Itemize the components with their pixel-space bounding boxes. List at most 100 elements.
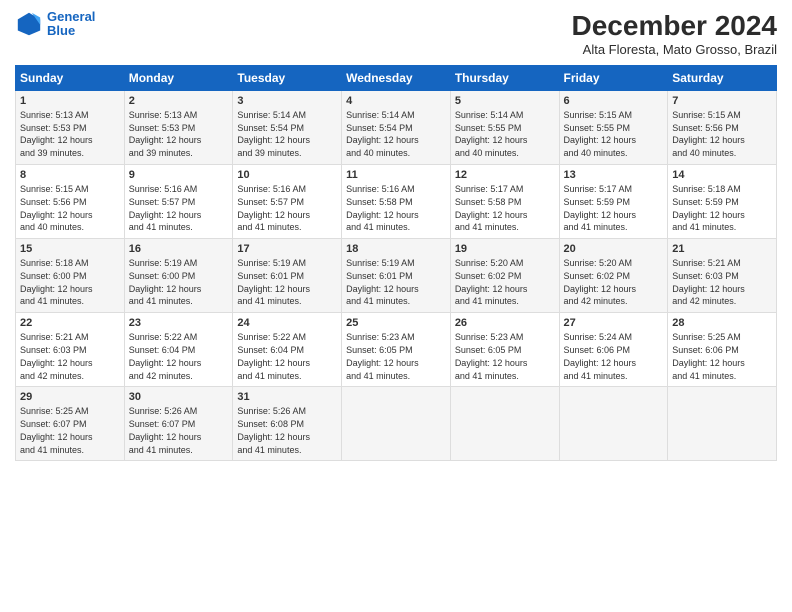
logo-general: General [47, 9, 95, 24]
calendar-week-2: 8Sunrise: 5:15 AM Sunset: 5:56 PM Daylig… [16, 165, 777, 239]
day-info: Sunrise: 5:22 AM Sunset: 6:04 PM Dayligh… [129, 332, 202, 380]
logo-blue: Blue [47, 23, 75, 38]
day-info: Sunrise: 5:23 AM Sunset: 6:05 PM Dayligh… [455, 332, 528, 380]
day-info: Sunrise: 5:13 AM Sunset: 5:53 PM Dayligh… [129, 110, 202, 158]
calendar-cell: 23Sunrise: 5:22 AM Sunset: 6:04 PM Dayli… [124, 313, 233, 387]
col-thursday: Thursday [450, 66, 559, 91]
day-number: 1 [20, 94, 120, 109]
logo-text: General Blue [47, 10, 95, 39]
day-info: Sunrise: 5:19 AM Sunset: 6:01 PM Dayligh… [346, 258, 419, 306]
calendar-cell: 5Sunrise: 5:14 AM Sunset: 5:55 PM Daylig… [450, 91, 559, 165]
logo-icon [15, 10, 43, 38]
day-number: 23 [129, 316, 229, 331]
calendar-week-1: 1Sunrise: 5:13 AM Sunset: 5:53 PM Daylig… [16, 91, 777, 165]
day-number: 12 [455, 168, 555, 183]
calendar-cell: 8Sunrise: 5:15 AM Sunset: 5:56 PM Daylig… [16, 165, 125, 239]
calendar-cell: 30Sunrise: 5:26 AM Sunset: 6:07 PM Dayli… [124, 387, 233, 461]
calendar-week-4: 22Sunrise: 5:21 AM Sunset: 6:03 PM Dayli… [16, 313, 777, 387]
day-number: 17 [237, 242, 337, 257]
calendar-week-3: 15Sunrise: 5:18 AM Sunset: 6:00 PM Dayli… [16, 239, 777, 313]
title-area: December 2024 Alta Floresta, Mato Grosso… [572, 10, 777, 57]
day-info: Sunrise: 5:20 AM Sunset: 6:02 PM Dayligh… [455, 258, 528, 306]
day-info: Sunrise: 5:24 AM Sunset: 6:06 PM Dayligh… [564, 332, 637, 380]
day-number: 8 [20, 168, 120, 183]
calendar-cell: 3Sunrise: 5:14 AM Sunset: 5:54 PM Daylig… [233, 91, 342, 165]
day-number: 21 [672, 242, 772, 257]
day-number: 13 [564, 168, 664, 183]
day-number: 9 [129, 168, 229, 183]
day-info: Sunrise: 5:18 AM Sunset: 6:00 PM Dayligh… [20, 258, 93, 306]
calendar-cell [342, 387, 451, 461]
day-number: 2 [129, 94, 229, 109]
day-number: 19 [455, 242, 555, 257]
day-number: 7 [672, 94, 772, 109]
day-info: Sunrise: 5:26 AM Sunset: 6:08 PM Dayligh… [237, 406, 310, 454]
day-info: Sunrise: 5:20 AM Sunset: 6:02 PM Dayligh… [564, 258, 637, 306]
calendar-cell: 12Sunrise: 5:17 AM Sunset: 5:58 PM Dayli… [450, 165, 559, 239]
day-number: 15 [20, 242, 120, 257]
day-number: 16 [129, 242, 229, 257]
calendar-cell: 4Sunrise: 5:14 AM Sunset: 5:54 PM Daylig… [342, 91, 451, 165]
col-tuesday: Tuesday [233, 66, 342, 91]
calendar-cell: 29Sunrise: 5:25 AM Sunset: 6:07 PM Dayli… [16, 387, 125, 461]
day-number: 29 [20, 390, 120, 405]
calendar-cell: 11Sunrise: 5:16 AM Sunset: 5:58 PM Dayli… [342, 165, 451, 239]
calendar-cell: 1Sunrise: 5:13 AM Sunset: 5:53 PM Daylig… [16, 91, 125, 165]
calendar-cell: 13Sunrise: 5:17 AM Sunset: 5:59 PM Dayli… [559, 165, 668, 239]
page: General Blue December 2024 Alta Floresta… [0, 0, 792, 612]
day-number: 30 [129, 390, 229, 405]
calendar-cell [668, 387, 777, 461]
day-info: Sunrise: 5:17 AM Sunset: 5:59 PM Dayligh… [564, 184, 637, 232]
day-info: Sunrise: 5:14 AM Sunset: 5:54 PM Dayligh… [346, 110, 419, 158]
header: General Blue December 2024 Alta Floresta… [15, 10, 777, 57]
col-friday: Friday [559, 66, 668, 91]
day-info: Sunrise: 5:16 AM Sunset: 5:57 PM Dayligh… [237, 184, 310, 232]
calendar-cell: 21Sunrise: 5:21 AM Sunset: 6:03 PM Dayli… [668, 239, 777, 313]
day-number: 31 [237, 390, 337, 405]
day-info: Sunrise: 5:16 AM Sunset: 5:57 PM Dayligh… [129, 184, 202, 232]
day-number: 4 [346, 94, 446, 109]
day-info: Sunrise: 5:17 AM Sunset: 5:58 PM Dayligh… [455, 184, 528, 232]
day-info: Sunrise: 5:21 AM Sunset: 6:03 PM Dayligh… [672, 258, 745, 306]
calendar-cell: 9Sunrise: 5:16 AM Sunset: 5:57 PM Daylig… [124, 165, 233, 239]
calendar-cell: 19Sunrise: 5:20 AM Sunset: 6:02 PM Dayli… [450, 239, 559, 313]
calendar-cell: 22Sunrise: 5:21 AM Sunset: 6:03 PM Dayli… [16, 313, 125, 387]
day-number: 28 [672, 316, 772, 331]
calendar-cell: 27Sunrise: 5:24 AM Sunset: 6:06 PM Dayli… [559, 313, 668, 387]
day-info: Sunrise: 5:16 AM Sunset: 5:58 PM Dayligh… [346, 184, 419, 232]
day-number: 10 [237, 168, 337, 183]
calendar-cell: 25Sunrise: 5:23 AM Sunset: 6:05 PM Dayli… [342, 313, 451, 387]
day-number: 26 [455, 316, 555, 331]
calendar-cell: 20Sunrise: 5:20 AM Sunset: 6:02 PM Dayli… [559, 239, 668, 313]
day-info: Sunrise: 5:15 AM Sunset: 5:56 PM Dayligh… [20, 184, 93, 232]
day-number: 22 [20, 316, 120, 331]
calendar-cell [559, 387, 668, 461]
calendar-cell: 2Sunrise: 5:13 AM Sunset: 5:53 PM Daylig… [124, 91, 233, 165]
day-info: Sunrise: 5:26 AM Sunset: 6:07 PM Dayligh… [129, 406, 202, 454]
calendar-cell: 6Sunrise: 5:15 AM Sunset: 5:55 PM Daylig… [559, 91, 668, 165]
calendar-cell: 17Sunrise: 5:19 AM Sunset: 6:01 PM Dayli… [233, 239, 342, 313]
day-info: Sunrise: 5:14 AM Sunset: 5:54 PM Dayligh… [237, 110, 310, 158]
day-number: 27 [564, 316, 664, 331]
calendar-cell [450, 387, 559, 461]
day-info: Sunrise: 5:25 AM Sunset: 6:06 PM Dayligh… [672, 332, 745, 380]
day-number: 11 [346, 168, 446, 183]
day-info: Sunrise: 5:13 AM Sunset: 5:53 PM Dayligh… [20, 110, 93, 158]
calendar-cell: 18Sunrise: 5:19 AM Sunset: 6:01 PM Dayli… [342, 239, 451, 313]
day-info: Sunrise: 5:15 AM Sunset: 5:56 PM Dayligh… [672, 110, 745, 158]
calendar-header-row: Sunday Monday Tuesday Wednesday Thursday… [16, 66, 777, 91]
day-number: 25 [346, 316, 446, 331]
day-number: 14 [672, 168, 772, 183]
logo: General Blue [15, 10, 95, 39]
day-info: Sunrise: 5:25 AM Sunset: 6:07 PM Dayligh… [20, 406, 93, 454]
day-number: 3 [237, 94, 337, 109]
day-info: Sunrise: 5:15 AM Sunset: 5:55 PM Dayligh… [564, 110, 637, 158]
day-info: Sunrise: 5:23 AM Sunset: 6:05 PM Dayligh… [346, 332, 419, 380]
day-info: Sunrise: 5:14 AM Sunset: 5:55 PM Dayligh… [455, 110, 528, 158]
calendar-cell: 15Sunrise: 5:18 AM Sunset: 6:00 PM Dayli… [16, 239, 125, 313]
day-info: Sunrise: 5:19 AM Sunset: 6:01 PM Dayligh… [237, 258, 310, 306]
calendar-cell: 28Sunrise: 5:25 AM Sunset: 6:06 PM Dayli… [668, 313, 777, 387]
calendar-cell: 14Sunrise: 5:18 AM Sunset: 5:59 PM Dayli… [668, 165, 777, 239]
col-wednesday: Wednesday [342, 66, 451, 91]
day-number: 6 [564, 94, 664, 109]
